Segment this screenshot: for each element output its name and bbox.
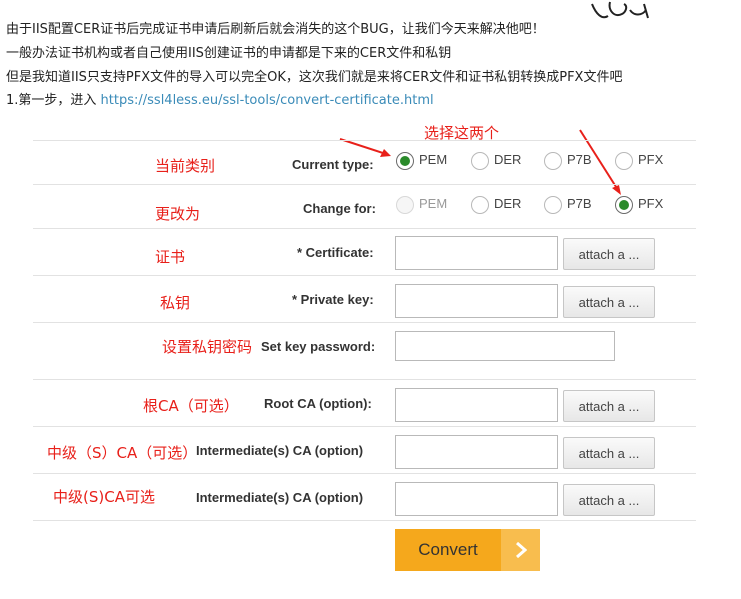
certificate-attach-button[interactable]: attach a ...	[563, 238, 655, 270]
convert-label: Convert	[418, 540, 478, 559]
change-for-label: Change for:	[303, 201, 376, 216]
row-divider	[33, 184, 696, 185]
change-for-der-radio[interactable]	[471, 196, 489, 214]
annotation-private-key: 私钥	[160, 294, 191, 312]
change-for-p7b-label: P7B	[567, 196, 592, 211]
certificate-label: * Certificate:	[297, 245, 374, 260]
private-key-label: * Private key:	[292, 292, 374, 307]
intermediate-ca-1-attach-button[interactable]: attach a ...	[563, 437, 655, 469]
change-for-pem-label: PEM	[419, 196, 448, 211]
annotation-intermediate-1: 中级（S）CA（可选）	[47, 444, 198, 462]
private-key-file-field[interactable]	[395, 284, 558, 318]
row-divider	[33, 426, 696, 427]
change-for-der-label: DER	[494, 196, 522, 211]
current-type-p7b-radio[interactable]	[544, 152, 562, 170]
change-for-pfx-label: PFX	[638, 196, 664, 211]
chevron-right-icon	[501, 529, 540, 571]
current-type-pem-radio[interactable]	[396, 152, 414, 170]
row-divider	[33, 379, 696, 380]
current-type-pfx-label: PFX	[638, 152, 664, 167]
change-for-p7b-radio[interactable]	[544, 196, 562, 214]
row-divider	[33, 228, 696, 229]
root-ca-attach-button[interactable]: attach a ...	[563, 390, 655, 422]
row-divider	[33, 322, 696, 323]
key-password-input[interactable]	[395, 331, 615, 361]
convert-button[interactable]: Convert	[395, 529, 540, 571]
private-key-attach-button[interactable]: attach a ...	[563, 286, 655, 318]
intermediate-ca-2-attach-button[interactable]: attach a ...	[563, 484, 655, 516]
arrow-head-pfx-icon	[612, 185, 621, 195]
root-ca-file-field[interactable]	[395, 388, 558, 422]
annotation-root-ca: 根CA（可选）	[143, 397, 239, 415]
arrow-to-pem-icon	[339, 138, 387, 155]
certificate-file-field[interactable]	[395, 236, 558, 270]
key-password-label: Set key password:	[261, 339, 376, 354]
annotation-intermediate-2: 中级(S)CA可选	[53, 488, 155, 506]
intermediate-ca-1-label: Intermediate(s) CA (option)	[196, 443, 364, 458]
row-divider	[33, 520, 696, 521]
annotation-set-password: 设置私钥密码	[162, 338, 253, 356]
current-type-pem-label: PEM	[419, 152, 448, 167]
current-type-der-label: DER	[494, 152, 522, 167]
intermediate-ca-1-file-field[interactable]	[395, 435, 558, 469]
intermediate-ca-2-label: Intermediate(s) CA (option)	[196, 490, 364, 505]
row-divider	[33, 275, 696, 276]
root-ca-label: Root CA (option):	[264, 396, 372, 411]
change-for-pfx-radio[interactable]	[615, 196, 633, 214]
change-for-pem-radio	[396, 196, 414, 214]
current-type-p7b-label: P7B	[567, 152, 592, 167]
current-type-der-radio[interactable]	[471, 152, 489, 170]
current-type-pfx-radio[interactable]	[615, 152, 633, 170]
annotation-current-type: 当前类别	[155, 157, 216, 175]
intermediate-ca-2-file-field[interactable]	[395, 482, 558, 516]
current-type-label: Current type:	[292, 157, 374, 172]
row-divider	[33, 473, 696, 474]
row-divider	[33, 140, 696, 141]
annotation-change-for: 更改为	[155, 205, 201, 223]
annotation-certificate: 证书	[155, 248, 186, 266]
